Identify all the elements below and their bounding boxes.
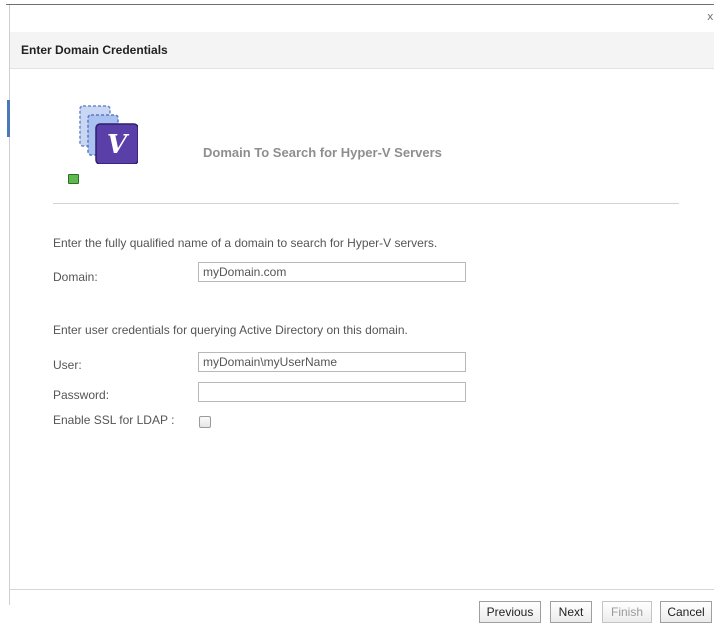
password-label: Password: [53, 388, 110, 402]
close-icon[interactable]: x [707, 11, 714, 22]
credentials-intro-text: Enter user credentials for querying Acti… [53, 323, 408, 337]
svg-text:V: V [107, 130, 130, 160]
status-indicator [68, 174, 79, 184]
hyper-v-server-icon: V [78, 104, 138, 164]
domain-intro-text: Enter the fully qualified name of a doma… [53, 236, 438, 250]
user-label: User: [53, 358, 82, 372]
section-divider [53, 203, 679, 204]
domain-label: Domain: [53, 270, 98, 284]
window-top-border [6, 4, 714, 5]
finish-button[interactable]: Finish [602, 601, 652, 623]
dialog-title: Enter Domain Credentials [21, 43, 168, 57]
footer-divider [10, 589, 714, 590]
section-heading: Domain To Search for Hyper-V Servers [203, 145, 442, 160]
domain-input[interactable]: myDomain.com [198, 262, 466, 282]
window-left-border [9, 5, 10, 605]
ssl-label: Enable SSL for LDAP : [53, 413, 175, 427]
password-input[interactable] [198, 382, 466, 402]
next-button[interactable]: Next [550, 601, 592, 623]
cancel-button[interactable]: Cancel [660, 601, 712, 623]
ssl-checkbox[interactable] [199, 416, 211, 428]
previous-button[interactable]: Previous [479, 601, 541, 623]
selection-accent [7, 100, 10, 137]
user-input[interactable]: myDomain\myUserName [198, 352, 466, 372]
dialog-header: Enter Domain Credentials [10, 32, 714, 69]
